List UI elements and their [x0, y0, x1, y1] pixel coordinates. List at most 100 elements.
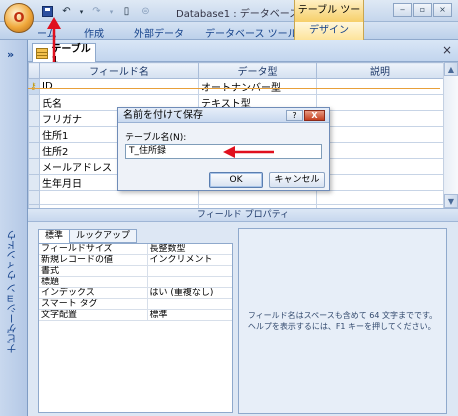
property-value[interactable]: 長整数型 [146, 244, 232, 255]
description-cell[interactable] [316, 158, 443, 175]
property-row[interactable]: 書式 [39, 265, 232, 277]
table-name-label: テーブル名(N): [125, 133, 187, 143]
redo-button[interactable]: ↷ [89, 5, 104, 19]
grid-corner [28, 62, 40, 79]
dialog-title-bar: 名前を付けて保存 ? X [118, 108, 329, 123]
cancel-button[interactable]: キャンセル [269, 172, 325, 188]
tab-lookup[interactable]: ルックアップ [69, 229, 138, 243]
save-as-dialog: 名前を付けて保存 ? X テーブル名(N): T_住所録 OK キャンセル [117, 107, 330, 191]
property-label: 標題 [39, 276, 147, 288]
chevron-right-icon[interactable]: » [7, 48, 14, 61]
tab-home[interactable]: ーム [37, 25, 57, 40]
tab-database-tools[interactable]: データベース ツール [205, 25, 298, 40]
property-value[interactable]: インクリメント [146, 254, 232, 266]
quick-access-toolbar: ↶ ▾ ↷ ▾ ▯ ⊜ [40, 4, 153, 20]
window-controls: ‒ ▫ × [393, 3, 452, 17]
office-button[interactable]: O [4, 3, 34, 33]
property-tabs: 標準 ルックアップ [38, 229, 138, 244]
scroll-down-button[interactable]: ▼ [444, 194, 458, 208]
tab-table1[interactable]: テーブル1 [32, 43, 96, 66]
property-label: 文字配置 [39, 309, 147, 321]
description-cell[interactable] [316, 126, 443, 143]
row-selector[interactable] [28, 142, 40, 159]
property-row[interactable]: 標題 [39, 276, 232, 288]
document-tab-bar: テーブル1 × [28, 40, 458, 66]
column-header-description[interactable]: 説明 [316, 62, 443, 79]
row-selector[interactable] [28, 94, 40, 111]
property-help-panel: フィールド名はスペースも含めて 64 文字までです。 ヘルプを表示するには、F1… [238, 228, 447, 414]
undo-dropdown[interactable]: ▾ [78, 5, 85, 19]
dialog-help-button[interactable]: ? [286, 110, 303, 121]
office-logo-icon: O [13, 10, 25, 26]
tab-create[interactable]: 作成 [84, 25, 104, 40]
context-tab-table-tools: テーブル ツール [294, 0, 364, 38]
navigation-pane-label: ナビゲーション ウィンドウ [8, 230, 19, 354]
new-button[interactable]: ▯ [119, 5, 134, 19]
row-selector[interactable] [28, 126, 40, 143]
title-bar: ↶ ▾ ↷ ▾ ▯ ⊜ Database1 : データベース ... テーブル … [0, 0, 458, 38]
description-cell[interactable] [316, 142, 443, 159]
close-document-button[interactable]: × [442, 43, 452, 57]
property-label: 書式 [39, 265, 147, 277]
dropdown-icon: ⊜ [141, 6, 150, 17]
column-header-field-name[interactable]: フィールド名 [39, 62, 199, 79]
property-row[interactable]: スマート タグ [39, 298, 232, 310]
help-line-2: ヘルプを表示するには、F1 キーを押してください。 [247, 322, 436, 331]
dialog-close-button[interactable]: X [304, 110, 325, 121]
field-properties-bar[interactable]: フィールド プロパティ [28, 208, 458, 222]
grid-header-row: フィールド名 データ型 説明 [28, 62, 443, 79]
new-icon: ▯ [123, 6, 130, 17]
redo-dropdown[interactable]: ▾ [108, 5, 115, 19]
table-icon [36, 47, 49, 59]
property-value[interactable]: はい (重複なし) [146, 287, 232, 299]
tab-design[interactable]: デザイン [294, 22, 364, 40]
property-value[interactable] [146, 276, 232, 288]
property-value[interactable]: 標準 [146, 309, 232, 321]
maximize-button[interactable]: ▫ [413, 3, 432, 17]
property-row[interactable]: 新規レコードの値 インクリメント [39, 254, 232, 266]
ok-button[interactable]: OK [209, 172, 263, 188]
description-cell[interactable] [316, 94, 443, 111]
close-button[interactable]: × [433, 3, 452, 17]
table-name-input[interactable]: T_住所録 [125, 144, 322, 159]
dialog-title: 名前を付けて保存 [123, 110, 203, 121]
tab-external-data[interactable]: 外部データ [134, 25, 184, 40]
property-value[interactable] [146, 298, 232, 310]
row-selector[interactable] [28, 158, 40, 175]
redo-icon: ↷ [92, 6, 101, 17]
customize-qat-button[interactable]: ⊜ [138, 5, 153, 19]
description-cell[interactable] [316, 190, 443, 205]
table-row[interactable] [28, 190, 443, 205]
save-button[interactable] [40, 5, 55, 19]
navigation-pane[interactable]: » ナビゲーション ウィンドウ [0, 40, 28, 416]
data-type-cell[interactable] [198, 190, 317, 205]
row-selector[interactable]: ⚷ [28, 78, 40, 95]
vertical-scrollbar[interactable]: ▲ ▼ [443, 62, 458, 208]
property-label: スマート タグ [39, 298, 147, 310]
field-name-cell[interactable] [39, 190, 199, 205]
undo-icon: ↶ [62, 6, 71, 17]
scroll-up-button[interactable]: ▲ [444, 62, 458, 76]
field-name-cell[interactable]: ID [39, 78, 199, 95]
minimize-button[interactable]: ‒ [393, 3, 412, 17]
row-selector[interactable] [28, 174, 40, 191]
window-title: Database1 : データベース ... [176, 9, 313, 20]
dialog-title-buttons: ? X [286, 110, 325, 121]
field-properties-pane: 標準 ルックアップ フィールドサイズ 長整数型 新規レコードの値 インクリメント 書… [28, 222, 458, 416]
row-selector[interactable] [28, 190, 40, 205]
undo-button[interactable]: ↶ [59, 5, 74, 19]
ribbon-tab-bar: ーム 作成 外部データ データベース ツール デザイン [0, 22, 458, 40]
table-row[interactable]: ⚷ ID オートナンバー型 [28, 78, 443, 95]
help-line-1: フィールド名はスペースも含めて 64 文字までです。 [247, 311, 438, 320]
description-cell[interactable] [316, 174, 443, 191]
data-type-cell[interactable]: オートナンバー型 [198, 78, 317, 95]
property-row[interactable]: インデックス はい (重複なし) [39, 287, 232, 299]
column-header-data-type[interactable]: データ型 [198, 62, 317, 79]
property-row[interactable]: 文字配置 標準 [39, 309, 232, 321]
tab-general[interactable]: 標準 [38, 229, 71, 244]
property-value[interactable] [146, 265, 232, 277]
description-cell[interactable] [316, 78, 443, 95]
row-selector[interactable] [28, 110, 40, 127]
property-row[interactable]: フィールドサイズ 長整数型 [39, 244, 232, 255]
description-cell[interactable] [316, 110, 443, 127]
